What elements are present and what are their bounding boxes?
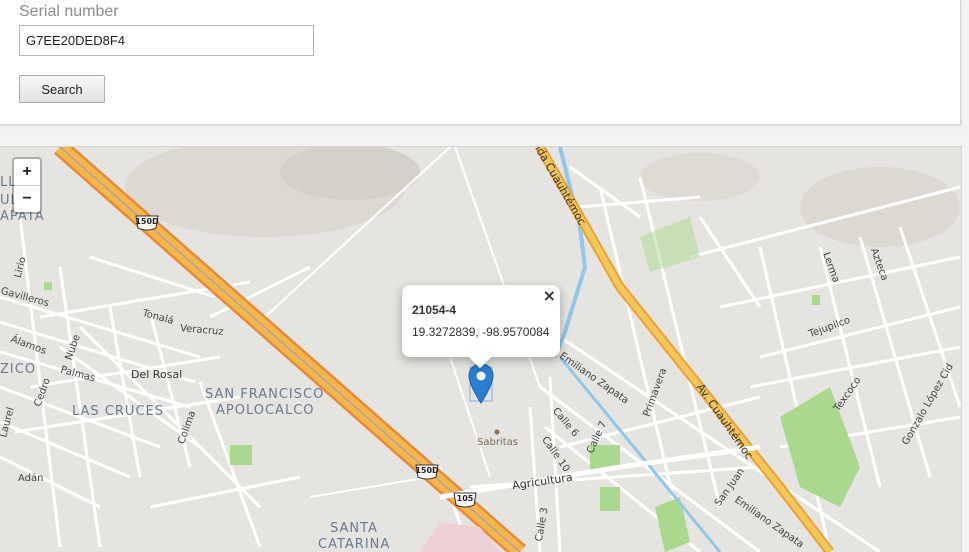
street-label: Adán — [18, 473, 44, 484]
highway-shield-150d: 150D — [414, 464, 440, 480]
popup-close-button[interactable]: × — [543, 287, 556, 305]
map-view[interactable]: 150D 150D 105 LLÓN ULLO APATA ZICO LAS C… — [0, 146, 962, 552]
poi-label: Sabritas — [477, 437, 518, 448]
highway-shield-150d: 150D — [134, 215, 160, 231]
district-label: SAN FRANCISCO — [205, 387, 325, 402]
zoom-out-button[interactable]: − — [14, 185, 40, 212]
district-label: CATARINA — [318, 537, 391, 552]
district-label: APOLOCALCO — [216, 403, 315, 418]
street-label: Del Rosal — [131, 368, 183, 381]
marker-popup: × 21054-4 19.3272839, -98.9570084 — [402, 285, 560, 369]
serial-number-input[interactable] — [19, 25, 314, 56]
zoom-control: + − — [12, 157, 42, 214]
highway-shield-105: 105 — [452, 492, 478, 508]
district-label: SANTA — [330, 521, 378, 536]
popup-title: 21054-4 — [412, 303, 457, 317]
serial-number-label: Serial number — [19, 3, 119, 20]
search-panel: Serial number Search — [0, 0, 961, 125]
zoom-in-button[interactable]: + — [14, 159, 40, 185]
popup-coordinates: 19.3272839, -98.9570084 — [412, 325, 550, 339]
district-label: LAS CRUCES — [72, 404, 164, 419]
search-button[interactable]: Search — [19, 75, 105, 103]
district-label: ZICO — [0, 362, 37, 377]
location-pin-icon[interactable] — [468, 363, 494, 404]
